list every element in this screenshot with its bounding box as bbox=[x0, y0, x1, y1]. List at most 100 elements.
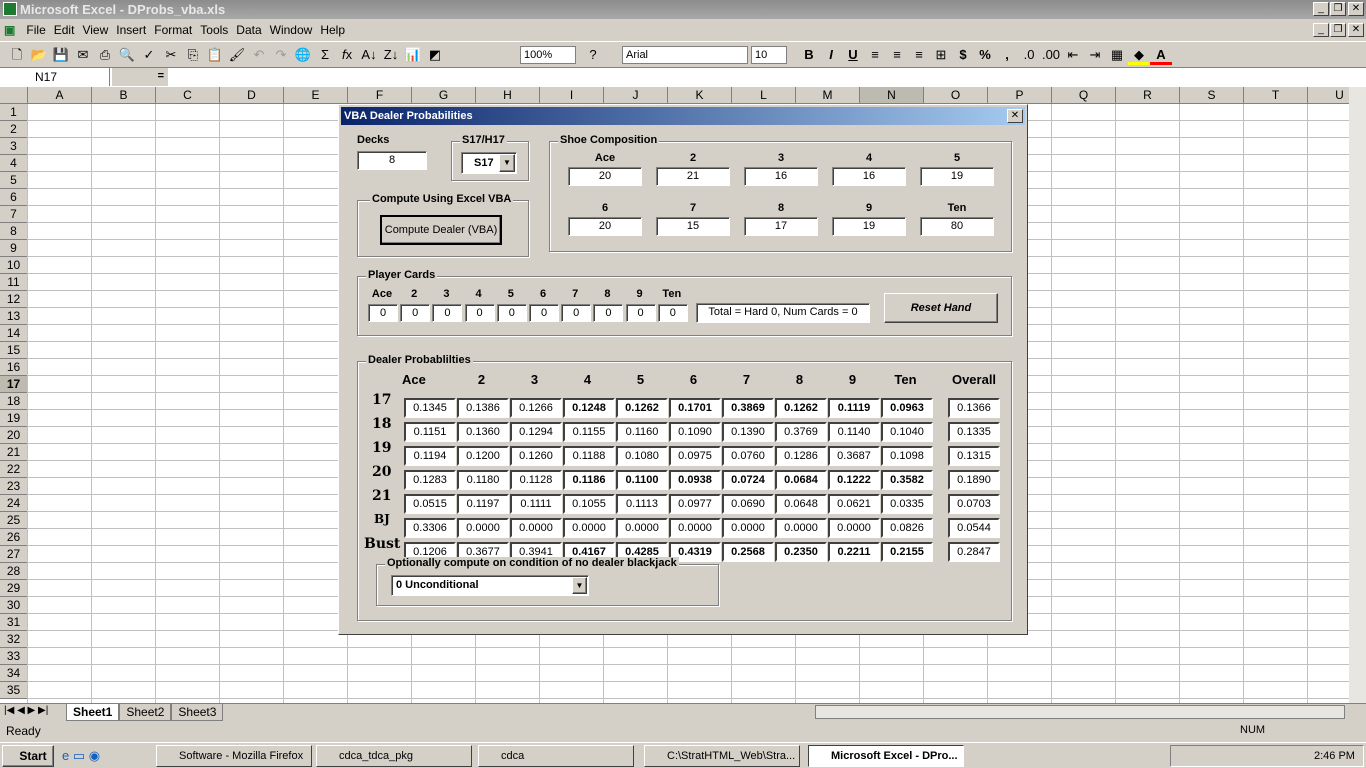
bold-button[interactable]: B bbox=[798, 45, 820, 65]
tab-sheet1[interactable]: Sheet1 bbox=[66, 704, 120, 721]
menu-insert[interactable]: Insert bbox=[112, 20, 150, 37]
decrease-decimal-icon[interactable]: .00 bbox=[1040, 45, 1062, 65]
row-header-7[interactable]: 7 bbox=[0, 206, 28, 223]
new-icon[interactable]: 🗋 bbox=[6, 45, 28, 65]
chevron-down-icon[interactable]: ▼ bbox=[499, 154, 515, 172]
row-header-17[interactable]: 17 bbox=[0, 376, 28, 393]
drawing-icon[interactable]: ◩ bbox=[424, 45, 446, 65]
taskbar-item[interactable]: cdca_tdca_pkg bbox=[316, 745, 472, 767]
player-input-ten[interactable]: 0 bbox=[657, 304, 688, 322]
row-header-23[interactable]: 23 bbox=[0, 478, 28, 495]
fill-color-icon[interactable]: ◆ bbox=[1128, 45, 1150, 65]
align-right-icon[interactable]: ≡ bbox=[908, 45, 930, 65]
column-header-D[interactable]: D bbox=[220, 87, 284, 104]
increase-decimal-icon[interactable]: .0 bbox=[1018, 45, 1040, 65]
column-header-L[interactable]: L bbox=[732, 87, 796, 104]
font-size-select[interactable]: 10 bbox=[751, 46, 787, 64]
row-header-33[interactable]: 33 bbox=[0, 648, 28, 665]
tab-sheet2[interactable]: Sheet2 bbox=[119, 704, 172, 721]
player-input-5[interactable]: 0 bbox=[496, 304, 527, 322]
column-header-I[interactable]: I bbox=[540, 87, 604, 104]
row-header-34[interactable]: 34 bbox=[0, 665, 28, 682]
column-header-H[interactable]: H bbox=[476, 87, 540, 104]
menu-file[interactable]: File bbox=[22, 20, 49, 37]
vertical-scrollbar[interactable] bbox=[1349, 87, 1366, 703]
underline-button[interactable]: U bbox=[842, 45, 864, 65]
decks-input[interactable]: 8 bbox=[357, 151, 427, 170]
shoe-input-ten[interactable]: 80 bbox=[920, 217, 994, 236]
italic-button[interactable]: I bbox=[820, 45, 842, 65]
shoe-input-9[interactable]: 19 bbox=[832, 217, 906, 236]
row-header-24[interactable]: 24 bbox=[0, 495, 28, 512]
hyperlink-icon[interactable]: 🌐 bbox=[292, 45, 314, 65]
undo-icon[interactable]: ↶ bbox=[248, 45, 270, 65]
menu-tools[interactable]: Tools bbox=[196, 20, 232, 37]
row-header-13[interactable]: 13 bbox=[0, 308, 28, 325]
player-input-7[interactable]: 0 bbox=[561, 304, 592, 322]
select-all-corner[interactable] bbox=[0, 87, 28, 104]
decrease-indent-icon[interactable]: ⇤ bbox=[1062, 45, 1084, 65]
borders-icon[interactable]: ▦ bbox=[1106, 45, 1128, 65]
player-input-6[interactable]: 0 bbox=[529, 304, 559, 322]
email-icon[interactable]: ✉ bbox=[72, 45, 94, 65]
quick-launch-icons[interactable]: e ▭ ◉ bbox=[62, 748, 100, 764]
compute-dealer-button[interactable]: Compute Dealer (VBA) bbox=[380, 215, 502, 245]
column-header-C[interactable]: C bbox=[156, 87, 220, 104]
column-header-O[interactable]: O bbox=[924, 87, 988, 104]
font-select[interactable]: Arial bbox=[622, 46, 748, 64]
align-center-icon[interactable]: ≡ bbox=[886, 45, 908, 65]
column-header-Q[interactable]: Q bbox=[1052, 87, 1116, 104]
tab-sheet3[interactable]: Sheet3 bbox=[171, 704, 224, 721]
taskbar-item[interactable]: C:\StratHTML_Web\Stra... bbox=[644, 745, 800, 767]
spelling-icon[interactable]: ✓ bbox=[138, 45, 160, 65]
taskbar-item[interactable]: Software - Mozilla Firefox bbox=[156, 745, 312, 767]
s17-select[interactable]: S17 ▼ bbox=[461, 152, 517, 174]
player-input-2[interactable]: 0 bbox=[400, 304, 431, 322]
row-header-27[interactable]: 27 bbox=[0, 546, 28, 563]
chart-wizard-icon[interactable]: 📊 bbox=[402, 45, 424, 65]
minimize-button[interactable]: _ bbox=[1313, 2, 1329, 16]
column-header-S[interactable]: S bbox=[1180, 87, 1244, 104]
column-header-N[interactable]: N bbox=[860, 87, 924, 104]
redo-icon[interactable]: ↷ bbox=[270, 45, 292, 65]
cut-icon[interactable]: ✂ bbox=[160, 45, 182, 65]
sort-descending-icon[interactable]: Z↓ bbox=[380, 45, 402, 65]
row-header-26[interactable]: 26 bbox=[0, 529, 28, 546]
row-header-11[interactable]: 11 bbox=[0, 274, 28, 291]
column-header-K[interactable]: K bbox=[668, 87, 732, 104]
doc-close-button[interactable]: ✕ bbox=[1348, 23, 1364, 37]
row-header-20[interactable]: 20 bbox=[0, 427, 28, 444]
shoe-input-2[interactable]: 21 bbox=[656, 167, 730, 186]
row-header-5[interactable]: 5 bbox=[0, 172, 28, 189]
menu-edit[interactable]: Edit bbox=[50, 20, 79, 37]
row-header-14[interactable]: 14 bbox=[0, 325, 28, 342]
shoe-input-4[interactable]: 16 bbox=[832, 167, 906, 186]
taskbar-item[interactable]: cdca bbox=[478, 745, 634, 767]
player-input-3[interactable]: 0 bbox=[432, 304, 463, 322]
dialog-close-button[interactable]: ✕ bbox=[1007, 109, 1023, 123]
condition-select[interactable]: 0 Unconditional ▼ bbox=[391, 575, 589, 596]
paste-icon[interactable]: 📋 bbox=[204, 45, 226, 65]
row-header-19[interactable]: 19 bbox=[0, 410, 28, 427]
row-header-2[interactable]: 2 bbox=[0, 121, 28, 138]
restore-button[interactable]: ❐ bbox=[1330, 2, 1346, 16]
row-header-6[interactable]: 6 bbox=[0, 189, 28, 206]
menu-format[interactable]: Format bbox=[150, 20, 196, 37]
close-button[interactable]: ✕ bbox=[1348, 2, 1364, 16]
shoe-input-6[interactable]: 20 bbox=[568, 217, 642, 236]
shoe-input-ace[interactable]: 20 bbox=[568, 167, 642, 186]
formula-input[interactable] bbox=[170, 68, 1360, 86]
player-input-ace[interactable]: 0 bbox=[368, 304, 398, 322]
player-input-8[interactable]: 0 bbox=[593, 304, 624, 322]
row-header-9[interactable]: 9 bbox=[0, 240, 28, 257]
row-header-18[interactable]: 18 bbox=[0, 393, 28, 410]
horizontal-scrollbar[interactable] bbox=[815, 705, 1345, 719]
merge-center-icon[interactable]: ⊞ bbox=[930, 45, 952, 65]
zoom-select[interactable]: 100% bbox=[520, 46, 576, 64]
row-header-21[interactable]: 21 bbox=[0, 444, 28, 461]
column-header-J[interactable]: J bbox=[604, 87, 668, 104]
row-header-8[interactable]: 8 bbox=[0, 223, 28, 240]
reset-hand-button[interactable]: Reset Hand bbox=[884, 293, 998, 323]
shoe-input-8[interactable]: 17 bbox=[744, 217, 818, 236]
row-header-28[interactable]: 28 bbox=[0, 563, 28, 580]
